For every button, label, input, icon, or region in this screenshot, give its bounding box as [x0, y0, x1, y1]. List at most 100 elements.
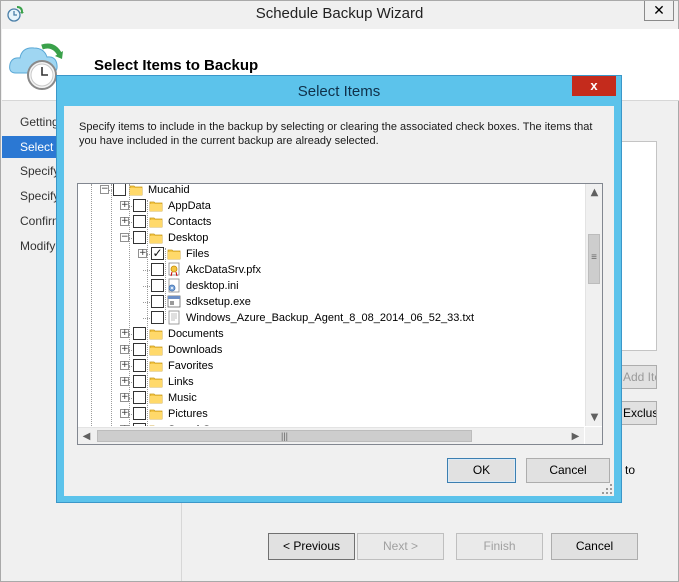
scroll-left-icon[interactable]: ◀ — [78, 428, 95, 444]
expand-icon[interactable]: + — [120, 425, 129, 426]
dialog-body: Specify items to include in the backup b… — [64, 106, 614, 496]
expand-icon[interactable]: + — [120, 201, 129, 210]
add-items-button[interactable]: Add Items — [621, 365, 657, 389]
expand-icon[interactable]: + — [120, 345, 129, 354]
dialog-close-button[interactable]: x — [572, 76, 616, 96]
expand-icon[interactable]: + — [120, 361, 129, 370]
tree-item-links[interactable]: + Links — [78, 374, 584, 390]
tree-item-label: Documents — [168, 328, 224, 340]
folder-icon — [149, 358, 163, 373]
checkbox[interactable] — [133, 231, 146, 244]
folder-icon — [149, 422, 163, 426]
tree-item-documents[interactable]: + Documents — [78, 326, 584, 342]
tree-item-windows-azure-backup-agent-8-08-2014-06-52-33-txt[interactable]: Windows_Azure_Backup_Agent_8_08_2014_06_… — [78, 310, 584, 326]
folder-icon — [149, 230, 163, 245]
checkbox[interactable] — [133, 343, 146, 356]
certificate-file-icon — [167, 262, 181, 277]
exclusion-settings-button[interactable]: Exclusion Settings — [621, 401, 657, 425]
step-confirmation[interactable]: Confirmation — [2, 210, 60, 232]
step-specify-time[interactable]: Specify Backup Time — [2, 160, 60, 182]
checkbox[interactable] — [151, 279, 164, 292]
folder-icon — [149, 214, 163, 229]
tree-item-favorites[interactable]: + Favorites — [78, 358, 584, 374]
expand-icon[interactable]: + — [138, 249, 147, 258]
tree-item-mucahid[interactable]: − Mucahid — [78, 184, 584, 198]
tree-item-appdata[interactable]: + AppData — [78, 198, 584, 214]
settings-file-icon — [167, 278, 181, 293]
checkbox[interactable] — [151, 311, 164, 324]
step-select-items[interactable]: Select Items to Backup — [2, 136, 60, 158]
tree-item-desktop-ini[interactable]: desktop.ini — [78, 278, 584, 294]
folder-icon — [149, 374, 163, 389]
checkbox[interactable] — [133, 327, 146, 340]
expand-icon[interactable]: + — [120, 217, 129, 226]
executable-file-icon — [167, 294, 181, 309]
grip-icon: ≡ — [591, 252, 597, 263]
wizard-titlebar: Schedule Backup Wizard ✕ — [1, 1, 678, 29]
scroll-right-icon[interactable]: ▶ — [567, 428, 584, 444]
folder-icon — [149, 326, 163, 341]
collapse-icon[interactable]: − — [100, 185, 109, 194]
tree-item-label: AppData — [168, 200, 211, 212]
checkbox[interactable] — [133, 391, 146, 404]
checkbox[interactable] — [113, 184, 126, 196]
tree-item-label: Pictures — [168, 408, 208, 420]
vertical-scrollbar[interactable]: ▲ ≡ ▼ — [585, 184, 602, 426]
dialog-titlebar: Select Items x — [57, 76, 621, 106]
scroll-up-icon[interactable]: ▲ — [586, 184, 602, 201]
checkbox-checked[interactable]: ✓ — [151, 247, 164, 260]
tree-item-saved-games[interactable]: + Saved Games — [78, 422, 584, 426]
cancel-button[interactable]: Cancel — [551, 533, 638, 560]
wizard-steps: Getting Started Select Items to Backup S… — [2, 101, 60, 581]
checkbox[interactable] — [133, 215, 146, 228]
horizontal-scroll-thumb[interactable]: ||| — [97, 430, 472, 442]
tree-item-label: desktop.ini — [186, 280, 239, 292]
folder-icon — [149, 342, 163, 357]
tree-content: − Mucahid + AppData + Contacts − Desktop + ✓ Files… — [78, 184, 584, 426]
checkbox[interactable] — [133, 375, 146, 388]
tree-item-label: Contacts — [168, 216, 212, 228]
next-button[interactable]: Next > — [357, 533, 444, 560]
tree-item-pictures[interactable]: + Pictures — [78, 406, 584, 422]
expand-icon[interactable]: + — [120, 377, 129, 386]
expand-icon[interactable]: + — [120, 409, 129, 418]
tree-item-downloads[interactable]: + Downloads — [78, 342, 584, 358]
wizard-close-button[interactable]: ✕ — [644, 1, 674, 21]
checkbox[interactable] — [133, 199, 146, 212]
checkbox[interactable] — [133, 423, 146, 426]
finish-button[interactable]: Finish — [456, 533, 543, 560]
scroll-down-icon[interactable]: ▼ — [586, 409, 602, 426]
tree-item-label: Mucahid — [148, 184, 190, 196]
checkbox[interactable] — [133, 359, 146, 372]
select-items-dialog: Select Items x Specify items to include … — [56, 75, 622, 503]
step-specify-retention[interactable]: Specify Retention Policy — [2, 185, 60, 207]
checkbox[interactable] — [133, 407, 146, 420]
checkbox[interactable] — [151, 263, 164, 276]
step-getting-started[interactable]: Getting Started — [2, 111, 60, 133]
checkbox[interactable] — [151, 295, 164, 308]
step-modify-progress[interactable]: Modify Backup Progress — [2, 235, 60, 257]
tree-item-sdksetup-exe[interactable]: sdksetup.exe — [78, 294, 584, 310]
folder-icon — [129, 184, 143, 197]
tree-item-label: Music — [168, 392, 197, 404]
horizontal-scrollbar[interactable]: ◀ ||| ▶ — [78, 427, 584, 444]
tree-item-desktop[interactable]: − Desktop — [78, 230, 584, 246]
ok-button[interactable]: OK — [447, 458, 516, 483]
resize-grip-icon[interactable] — [601, 483, 613, 495]
items-tree[interactable]: − Mucahid + AppData + Contacts − Desktop + ✓ Files… — [77, 183, 603, 445]
expand-icon[interactable]: + — [120, 393, 129, 402]
folder-icon — [149, 390, 163, 405]
dialog-cancel-button[interactable]: Cancel — [526, 458, 610, 483]
tree-item-label: Favorites — [168, 360, 214, 372]
collapse-icon[interactable]: − — [120, 233, 129, 242]
text-file-icon — [167, 310, 181, 325]
vertical-scroll-thumb[interactable]: ≡ — [588, 234, 600, 284]
tree-item-contacts[interactable]: + Contacts — [78, 214, 584, 230]
tree-item-music[interactable]: + Music — [78, 390, 584, 406]
tree-item-files[interactable]: + ✓ Files — [78, 246, 584, 262]
tree-item-label: Saved Games — [168, 423, 238, 426]
tree-item-akcdatasrv-pfx[interactable]: AkcDataSrv.pfx — [78, 262, 584, 278]
expand-icon[interactable]: + — [120, 329, 129, 338]
previous-button[interactable]: < Previous — [268, 533, 355, 560]
tree-item-label: Downloads — [168, 344, 223, 356]
